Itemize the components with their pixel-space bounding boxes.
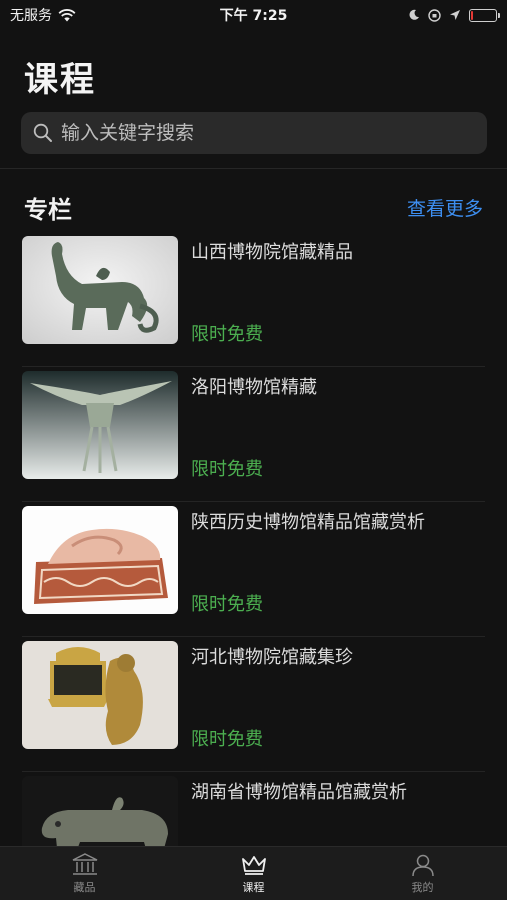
tab-bar: 藏品 课程 我的: [0, 846, 507, 900]
tab-courses[interactable]: 课程: [169, 847, 338, 900]
free-tag: 限时免费: [191, 324, 263, 345]
location-icon: [450, 10, 460, 20]
crown-icon: [241, 855, 266, 875]
section-title: 专栏: [24, 196, 72, 224]
tab-label: 课程: [242, 880, 265, 894]
tab-collection[interactable]: 藏品: [0, 847, 169, 900]
wifi-icon: [58, 8, 76, 21]
free-tag: 限时免费: [191, 459, 263, 480]
course-thumbnail: [22, 371, 178, 479]
orientation-lock-icon: [428, 8, 441, 22]
tab-label: 藏品: [73, 880, 96, 894]
course-thumbnail: [22, 236, 178, 344]
moon-icon: [409, 9, 419, 20]
course-title: 陕西历史博物馆精品馆藏赏析: [191, 512, 425, 533]
course-list: 山西博物院馆藏精品 限时免费 洛阳博物馆精藏 限时免费 陕西历史博物馆精品馆藏赏…: [0, 232, 507, 900]
see-more-link[interactable]: 查看更多: [407, 194, 483, 221]
course-thumbnail: [22, 506, 178, 614]
search-bar[interactable]: [21, 112, 487, 154]
status-bar: 无服务 下午 7:25: [0, 0, 507, 30]
free-tag: 限时免费: [191, 729, 263, 750]
user-icon: [411, 854, 434, 876]
carrier-label: 无服务: [10, 8, 52, 24]
course-title: 湖南省博物馆精品馆藏赏析: [191, 782, 407, 803]
status-time: 下午 7:25: [219, 8, 288, 24]
tab-mine[interactable]: 我的: [338, 847, 507, 900]
course-title: 河北博物院馆藏集珍: [191, 647, 353, 668]
tab-label: 我的: [411, 880, 434, 894]
course-item[interactable]: 陕西历史博物馆精品馆藏赏析 限时免费: [22, 502, 485, 637]
course-thumbnail: [22, 641, 178, 749]
battery-icon: [469, 8, 500, 22]
course-title: 洛阳博物馆精藏: [191, 377, 317, 398]
course-item[interactable]: 河北博物院馆藏集珍 限时免费: [22, 637, 485, 772]
museum-icon: [72, 852, 97, 875]
course-title: 山西博物院馆藏精品: [191, 242, 353, 263]
course-item[interactable]: 山西博物院馆藏精品 限时免费: [22, 232, 485, 367]
search-input[interactable]: [61, 122, 461, 144]
page-title: 课程: [24, 60, 96, 100]
search-icon: [33, 123, 52, 142]
free-tag: 限时免费: [191, 594, 263, 615]
course-item[interactable]: 洛阳博物馆精藏 限时免费: [22, 367, 485, 502]
header-divider: [0, 168, 507, 169]
